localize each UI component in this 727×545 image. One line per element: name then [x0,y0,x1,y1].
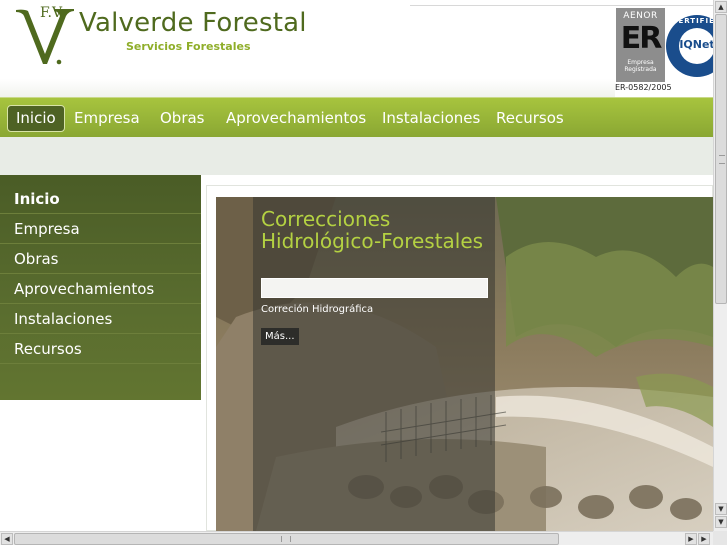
aenor-label: AENOR [623,11,658,21]
scroll-down-alt-icon[interactable]: ▼ [715,516,727,528]
grip-icon [719,155,725,164]
aenor-badge: AENOR ER Empresa Registrada [616,8,665,82]
scrollbar-corner [713,531,727,545]
slide-description: Correción Hidrográfica [261,304,374,315]
sidebar-item-obras[interactable]: Obras [0,244,201,274]
main-nav: Inicio Empresa Obras Aprovechamientos In… [0,97,713,137]
site-header: F.V. Valverde Forestal Servicios Foresta… [0,0,727,97]
slide-caption-bar [261,278,488,298]
nav-item-aprovechamientos[interactable]: Aprovechamientos [226,105,366,132]
nav-item-obras[interactable]: Obras [160,105,205,132]
nav-item-empresa[interactable]: Empresa [74,105,140,132]
horizontal-scroll-thumb[interactable] [14,533,559,545]
site-tagline: Servicios Forestales [126,40,251,53]
aenor-certification: AENOR ER Empresa Registrada ER-0582/2005 [615,8,672,94]
scroll-up-icon[interactable]: ▲ [715,1,727,13]
logo-monogram: F.V. [40,5,64,21]
header-shade [0,79,615,97]
sidebar-item-instalaciones[interactable]: Instalaciones [0,304,201,334]
site-name[interactable]: Valverde Forestal [79,8,307,38]
logo-mark-icon[interactable]: F.V. [14,2,76,66]
horizontal-scrollbar[interactable]: ◀ ▶ ▶ [0,531,713,545]
scroll-down-icon[interactable]: ▼ [715,503,727,515]
scroll-left-icon[interactable]: ◀ [1,533,13,545]
sidebar-menu: Inicio Empresa Obras Aprovechamientos In… [0,175,201,400]
iqnet-label: IQNet [679,38,715,51]
header-divider [410,5,713,6]
grip-icon [281,536,291,542]
aenor-caption: Empresa Registrada [624,59,657,73]
featured-slider[interactable]: Correcciones Hidrológico-Forestales Corr… [216,197,713,531]
scroll-right-alt-icon[interactable]: ▶ [698,533,710,545]
scroll-right-icon[interactable]: ▶ [685,533,697,545]
er-mark-icon: ER [620,21,663,56]
nav-item-instalaciones[interactable]: Instalaciones [382,105,480,132]
sidebar-item-recursos[interactable]: Recursos [0,334,201,364]
nav-shade-band [0,137,713,175]
vertical-scroll-thumb[interactable] [715,14,727,304]
slide-title[interactable]: Correcciones Hidrológico-Forestales [261,208,491,252]
vertical-scrollbar[interactable]: ▲ ▼ ▼ [713,0,727,531]
aenor-cert-number: ER-0582/2005 [615,83,672,92]
sidebar-item-aprovechamientos[interactable]: Aprovechamientos [0,274,201,304]
sidebar-item-empresa[interactable]: Empresa [0,214,201,244]
more-button[interactable]: Más... [261,328,299,345]
nav-item-inicio[interactable]: Inicio [7,105,65,132]
sidebar-item-inicio[interactable]: Inicio [0,184,201,214]
nav-item-recursos[interactable]: Recursos [496,105,564,132]
